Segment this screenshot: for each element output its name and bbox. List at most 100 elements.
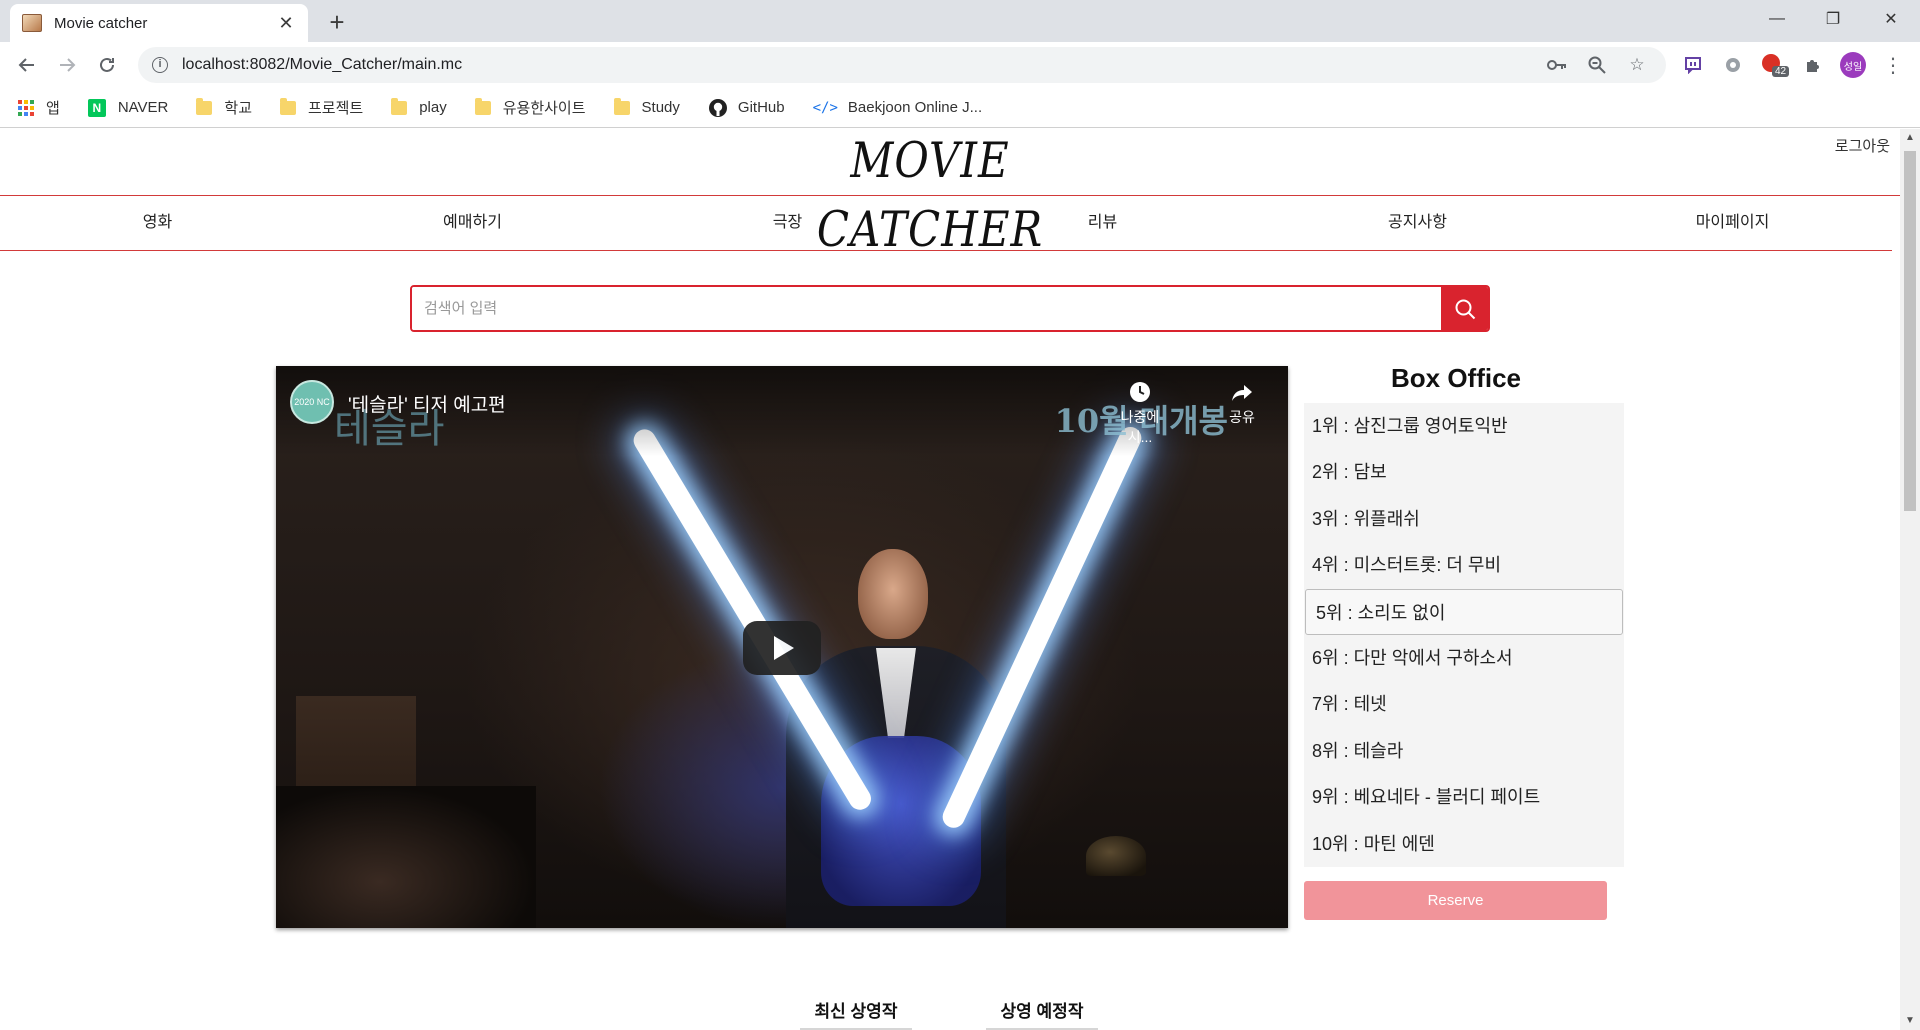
box-office-item[interactable]: 8위 : 테슬라 xyxy=(1304,728,1624,774)
movie-tabs: 최신 상영작 상영 예정작 xyxy=(800,997,1172,1030)
site-header: MOVIE CATCHER 로그아웃 xyxy=(0,129,1900,258)
bookmark-folder-project[interactable]: 프로젝트 xyxy=(280,97,363,118)
notification-extension-icon[interactable]: 42 xyxy=(1760,52,1790,78)
logout-link[interactable]: 로그아웃 xyxy=(1835,135,1890,156)
apps-grid-icon xyxy=(18,99,34,116)
video-title[interactable]: '테슬라' 티저 예고편 xyxy=(348,390,506,417)
nav-item-booking[interactable]: 예매하기 xyxy=(315,197,630,250)
bookmark-label: Baekjoon Online J... xyxy=(847,99,983,116)
bookmark-naver[interactable]: N NAVER xyxy=(87,98,169,117)
search-bar xyxy=(410,285,1490,332)
puzzle-extensions-icon[interactable] xyxy=(1800,52,1826,78)
reserve-button[interactable]: Reserve xyxy=(1304,881,1607,920)
profile-avatar[interactable]: 성일 xyxy=(1840,52,1866,78)
close-window-icon[interactable]: ✕ xyxy=(1866,0,1916,38)
watch-later-button[interactable]: 나중에 시... xyxy=(1110,380,1170,447)
box-office-item[interactable]: 7위 : 테넷 xyxy=(1304,681,1624,727)
favicon-icon xyxy=(22,14,42,32)
scroll-down-arrow-icon[interactable]: ▼ xyxy=(1900,1012,1920,1030)
site-logo[interactable]: MOVIE CATCHER xyxy=(780,129,1080,257)
browser-tab-strip: Movie catcher ✕ + — ❐ ✕ xyxy=(0,0,1920,42)
bookmark-folder-study[interactable]: Study xyxy=(613,97,680,116)
search-input[interactable] xyxy=(412,287,1441,330)
new-tab-button[interactable]: + xyxy=(322,8,352,38)
tab-coming-soon[interactable]: 상영 예정작 xyxy=(986,997,1098,1030)
browser-toolbar: i localhost:8082/Movie_Catcher/main.mc ☆… xyxy=(0,42,1920,88)
folder-icon xyxy=(196,97,213,115)
folder-icon xyxy=(280,97,296,115)
bookmark-label: 학교 xyxy=(224,100,252,117)
page-scrollbar[interactable]: ▲ ▼ xyxy=(1900,129,1920,1030)
restore-icon[interactable]: ❐ xyxy=(1808,0,1858,38)
address-bar[interactable]: i localhost:8082/Movie_Catcher/main.mc ☆ xyxy=(138,47,1666,83)
tab-title: Movie catcher xyxy=(54,14,148,32)
browser-tab[interactable]: Movie catcher ✕ xyxy=(10,4,308,42)
bookmark-label: GitHub xyxy=(737,99,785,116)
bookmark-baekjoon[interactable]: </> Baekjoon Online J... xyxy=(813,99,983,116)
search-icon xyxy=(1455,299,1475,319)
share-label: 공유 xyxy=(1229,409,1255,425)
bookmark-label: play xyxy=(419,99,447,116)
scrollbar-thumb[interactable] xyxy=(1904,151,1916,511)
scroll-up-arrow-icon[interactable]: ▲ xyxy=(1900,129,1920,147)
github-icon xyxy=(708,98,727,117)
box-office-item[interactable]: 9위 : 베요네타 - 블러디 페이트 xyxy=(1304,774,1624,820)
reload-icon[interactable] xyxy=(92,50,122,80)
nav-item-movies[interactable]: 영화 xyxy=(0,197,315,250)
nav-item-mypage[interactable]: 마이페이지 xyxy=(1575,197,1890,250)
clock-icon xyxy=(1130,382,1150,402)
bookmark-label: Study xyxy=(641,99,680,116)
box-office-item[interactable]: 1위 : 삼진그룹 영어토익반 xyxy=(1304,403,1624,449)
share-button[interactable]: 공유 xyxy=(1222,380,1262,427)
folder-icon xyxy=(474,97,491,115)
star-icon[interactable]: ☆ xyxy=(1626,54,1648,76)
bookmark-label: 앱 xyxy=(46,100,60,117)
nav-item-theater[interactable]: 극장 xyxy=(630,197,945,250)
close-tab-icon[interactable]: ✕ xyxy=(276,13,296,33)
bookmark-label: 유용한사이트 xyxy=(502,100,586,117)
bookmark-folder-school[interactable]: 학교 xyxy=(196,97,252,118)
forward-icon[interactable] xyxy=(52,50,82,80)
minimize-icon[interactable]: — xyxy=(1752,0,1802,38)
box-office-item[interactable]: 5위 : 소리도 없이 xyxy=(1305,588,1623,635)
main-nav: 영화 예매하기 극장 리뷰 공지사항 마이페이지 xyxy=(0,197,1892,251)
box-office-item[interactable]: 2위 : 담보 xyxy=(1304,449,1624,495)
tab-now-showing[interactable]: 최신 상영작 xyxy=(800,997,912,1030)
bookmark-label: NAVER xyxy=(117,99,169,116)
zoom-icon[interactable] xyxy=(1586,54,1608,76)
gear-extension-icon[interactable] xyxy=(1720,52,1746,78)
nav-item-review[interactable]: 리뷰 xyxy=(945,197,1260,250)
box-office-item[interactable]: 3위 : 위플래쉬 xyxy=(1304,496,1624,542)
twitch-icon[interactable] xyxy=(1680,52,1706,78)
video-scene-head xyxy=(858,549,928,639)
url-text: localhost:8082/Movie_Catcher/main.mc xyxy=(182,56,463,73)
box-office-item[interactable]: 4위 : 미스터트롯: 더 무비 xyxy=(1304,542,1624,588)
trailer-video-player[interactable]: 테슬라 10월 대개봉 2020 NC '테슬라' 티저 예고편 나중에 시..… xyxy=(276,366,1288,928)
extension-badge: 42 xyxy=(1772,66,1790,77)
search-button[interactable] xyxy=(1441,287,1488,330)
bookmarks-bar: 앱 N NAVER 학교 프로젝트 play 유용한사이트 Study GitH… xyxy=(0,88,1920,128)
back-icon[interactable] xyxy=(12,50,42,80)
bookmark-folder-play[interactable]: play xyxy=(391,97,447,116)
watch-later-label: 나중에 시... xyxy=(1120,409,1160,445)
bookmark-label: 프로젝트 xyxy=(308,100,364,117)
play-icon[interactable] xyxy=(743,621,821,675)
bookmark-apps[interactable]: 앱 xyxy=(18,97,60,118)
box-office-title: Box Office xyxy=(1390,363,1522,393)
box-office-list: 1위 : 삼진그룹 영어토익반 2위 : 담보 3위 : 위플래쉬 4위 : 미스터트… xyxy=(1304,403,1624,867)
menu-icon[interactable]: ⋮ xyxy=(1880,52,1906,78)
box-office-item[interactable]: 10위 : 마틴 에덴 xyxy=(1304,821,1624,867)
key-icon[interactable] xyxy=(1546,54,1568,76)
video-scene-crowd xyxy=(276,786,536,928)
folder-icon xyxy=(391,97,408,115)
nav-item-notice[interactable]: 공지사항 xyxy=(1260,197,1575,250)
code-brackets-icon: </> xyxy=(812,99,838,116)
bookmark-folder-useful-sites[interactable]: 유용한사이트 xyxy=(474,97,586,118)
box-office-item[interactable]: 6위 : 다만 악에서 구하소서 xyxy=(1304,635,1624,681)
site-info-icon[interactable]: i xyxy=(152,57,168,73)
bookmark-github[interactable]: GitHub xyxy=(708,98,785,118)
page-content: MOVIE CATCHER 로그아웃 영화 예매하기 극장 리뷰 공지사항 마이… xyxy=(0,129,1900,1030)
channel-avatar[interactable]: 2020 NC xyxy=(290,380,334,424)
share-icon xyxy=(1232,385,1252,401)
folder-icon xyxy=(613,97,630,115)
